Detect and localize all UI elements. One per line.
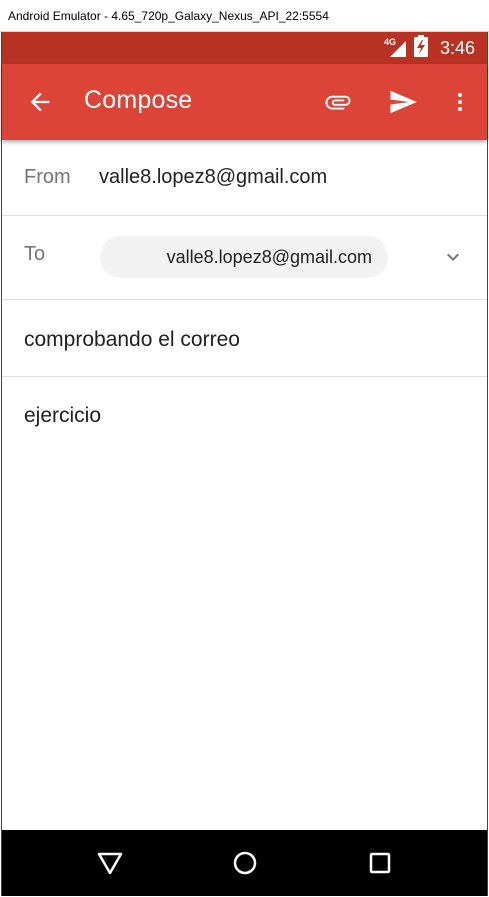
battery-charging-icon xyxy=(413,35,428,61)
recipient-chip[interactable]: valle8.lopez8@gmail.com xyxy=(100,236,388,278)
page-title: Compose xyxy=(84,86,193,114)
expand-recipients-button[interactable] xyxy=(439,243,467,271)
body-text: ejercicio xyxy=(24,404,102,427)
app-bar: Compose xyxy=(2,64,487,140)
to-label: To xyxy=(24,243,46,265)
circle-home-icon xyxy=(233,851,257,875)
arrow-left-icon xyxy=(30,92,50,112)
recipient-chip-label: valle8.lopez8@gmail.com xyxy=(166,246,372,267)
nav-home-button[interactable] xyxy=(229,847,261,879)
back-button[interactable] xyxy=(22,84,58,120)
subject-field[interactable]: comprobando el correo xyxy=(24,328,240,352)
status-bar: 4G 3:46 xyxy=(2,32,487,64)
window-titlebar: Android Emulator - 4.65_720p_Galaxy_Nexu… xyxy=(0,0,489,32)
body-field[interactable]: ejercicio xyxy=(2,377,487,830)
nav-recents-button[interactable] xyxy=(364,847,396,879)
from-row: From valle8.lopez8@gmail.com xyxy=(2,140,487,216)
square-recents-icon xyxy=(369,852,391,874)
status-time: 3:46 xyxy=(439,37,475,58)
subject-row: comprobando el correo xyxy=(2,300,487,377)
signal-icon: 4G xyxy=(384,37,408,59)
send-button[interactable] xyxy=(385,84,421,120)
triangle-back-icon xyxy=(97,852,123,875)
overflow-menu-button[interactable] xyxy=(442,84,478,120)
from-account[interactable]: valle8.lopez8@gmail.com xyxy=(99,166,327,189)
window-title: Android Emulator - 4.65_720p_Galaxy_Nexu… xyxy=(8,8,329,23)
nav-back-button[interactable] xyxy=(94,847,126,879)
device-screen: 4G 3:46 Compose From valle8.lopez8@gmail… xyxy=(1,32,488,896)
paperclip-icon xyxy=(325,95,351,110)
chevron-down-icon xyxy=(447,253,459,261)
more-vertical-icon xyxy=(458,93,462,111)
from-label: From xyxy=(24,166,71,188)
attach-button[interactable] xyxy=(320,84,356,120)
send-icon xyxy=(390,90,417,114)
navigation-bar xyxy=(2,830,487,896)
to-row: To valle8.lopez8@gmail.com xyxy=(2,216,487,300)
